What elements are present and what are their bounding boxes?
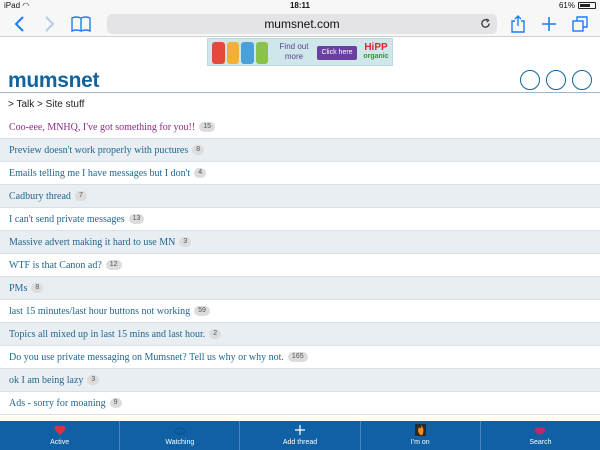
mumsnet-logo[interactable]: mumsnet (8, 69, 100, 93)
flame-icon (361, 421, 480, 438)
nav-tab-label: Active (50, 439, 70, 446)
thread-row[interactable]: Emails telling me I have messages but I … (0, 162, 600, 185)
chevron-left-icon (14, 16, 24, 32)
thread-title[interactable]: Coo-eee, MNHQ, I've got something for yo… (9, 122, 195, 133)
thread-row[interactable]: PMs 8 (0, 277, 600, 300)
nav-tab-label: Add thread (282, 439, 318, 446)
share-button[interactable] (507, 13, 529, 35)
browser-toolbar: mumsnet.com (0, 11, 600, 37)
battery-percent: 61% (558, 1, 575, 10)
ad-click-button[interactable]: Click here (317, 46, 357, 60)
header-circle-button-1[interactable] (520, 70, 540, 90)
thread-title[interactable]: Preview doesn't work properly with puctu… (9, 145, 188, 156)
thread-row[interactable]: WTF is that Canon ad? 12 (0, 254, 600, 277)
tabs-icon (572, 16, 588, 32)
site-header: mumsnet (0, 68, 600, 93)
thread-row[interactable]: Massive advert making it hard to use MN 3 (0, 231, 600, 254)
ad-brand-logo: HiPP organic (363, 42, 389, 60)
thread-row[interactable]: Topics all mixed up in last 15 mins and … (0, 323, 600, 346)
bottom-nav: Active Watching Add thread I'm on Search (0, 421, 600, 450)
reply-count-badge: 4 (194, 168, 207, 178)
reply-count-badge: 13 (128, 214, 145, 224)
battery-icon (578, 2, 596, 9)
reply-count-badge: 3 (87, 375, 100, 385)
nav-tab-search[interactable]: Search (481, 421, 600, 450)
reply-count-badge: 165 (287, 352, 308, 362)
nav-tab-label: I'm on (410, 439, 430, 446)
reply-count-badge: 7 (74, 191, 87, 201)
reply-count-badge: 2 (209, 329, 222, 339)
header-circle-button-2[interactable] (546, 70, 566, 90)
url-text: mumsnet.com (264, 17, 340, 31)
nav-tab-label: Search (529, 439, 552, 446)
lips-icon (481, 421, 600, 438)
thread-title[interactable]: last 15 minutes/last hour buttons not wo… (9, 306, 190, 317)
thread-title[interactable]: Cadbury thread (9, 191, 71, 202)
thread-title[interactable]: Topics all mixed up in last 15 mins and … (9, 329, 205, 340)
nav-tab-label: Watching (165, 439, 195, 446)
thread-title[interactable]: WTF is that Canon ad? (9, 260, 102, 271)
nav-tab-im-on[interactable]: I'm on (361, 421, 481, 450)
thread-row[interactable]: Cadbury thread 7 (0, 185, 600, 208)
reload-icon (481, 18, 490, 28)
thread-row[interactable]: Coo-eee, MNHQ, I've got something for yo… (0, 116, 600, 139)
reply-count-badge: 8 (192, 145, 205, 155)
plus-icon (240, 421, 359, 438)
book-icon (71, 16, 91, 33)
clock: 18:11 (289, 1, 311, 10)
thread-row[interactable]: ok I am being lazy 3 (0, 369, 600, 392)
chevron-right-icon (45, 16, 55, 32)
thread-row[interactable]: I can't send private messages 13 (0, 208, 600, 231)
battery-status: 61% (559, 1, 596, 10)
reply-count-badge: 59 (194, 306, 210, 316)
plus-icon (542, 17, 556, 31)
reload-button[interactable] (480, 14, 491, 35)
thread-row[interactable]: Do you use private messaging on Mumsnet?… (0, 346, 600, 369)
share-icon (511, 15, 525, 33)
bookmarks-button[interactable] (70, 13, 92, 35)
back-button[interactable] (9, 13, 31, 35)
ad-area: Find out more Click here HiPP organic (0, 37, 600, 68)
nav-tab-active[interactable]: Active (0, 421, 121, 450)
breadcrumb[interactable]: > Talk > Site stuff (8, 99, 84, 110)
hipp-ad-banner[interactable]: Find out more Click here HiPP organic (207, 38, 393, 66)
thread-title[interactable]: Do you use private messaging on Mumsnet?… (9, 352, 284, 363)
thread-title[interactable]: Ads - sorry for moaning (9, 398, 106, 409)
thread-title[interactable]: Emails telling me I have messages but I … (9, 168, 190, 179)
new-tab-button[interactable] (538, 13, 560, 35)
ad-product-images (212, 42, 268, 64)
thread-row[interactable]: Preview doesn't work properly with puctu… (0, 139, 600, 162)
address-bar[interactable]: mumsnet.com (107, 14, 497, 34)
header-circle-button-3[interactable] (572, 70, 592, 90)
thread-title[interactable]: ok I am being lazy (9, 375, 83, 386)
reply-count-badge: 15 (199, 122, 216, 132)
reply-count-badge: 12 (105, 260, 122, 270)
reply-count-badge: 9 (109, 398, 122, 408)
nav-tab-add-thread[interactable]: Add thread (240, 421, 361, 450)
heart-icon (0, 421, 119, 438)
forward-button[interactable] (38, 13, 60, 35)
tabs-button[interactable] (569, 13, 591, 35)
thread-list: Coo-eee, MNHQ, I've got something for yo… (0, 116, 600, 415)
reply-count-badge: 8 (31, 283, 44, 293)
thread-row[interactable]: Ads - sorry for moaning 9 (0, 392, 600, 415)
thread-title[interactable]: I can't send private messages (9, 214, 125, 225)
nav-tab-watching[interactable]: Watching (120, 421, 241, 450)
ad-tagline: Find out more (279, 42, 309, 61)
thread-title[interactable]: PMs (9, 283, 27, 294)
thread-row[interactable]: last 15 minutes/last hour buttons not wo… (0, 300, 600, 323)
status-bar: iPad ◠ 18:11 61% (0, 0, 600, 11)
eye-icon (120, 421, 239, 438)
reply-count-badge: 3 (179, 237, 192, 247)
thread-title[interactable]: Massive advert making it hard to use MN (9, 237, 175, 248)
